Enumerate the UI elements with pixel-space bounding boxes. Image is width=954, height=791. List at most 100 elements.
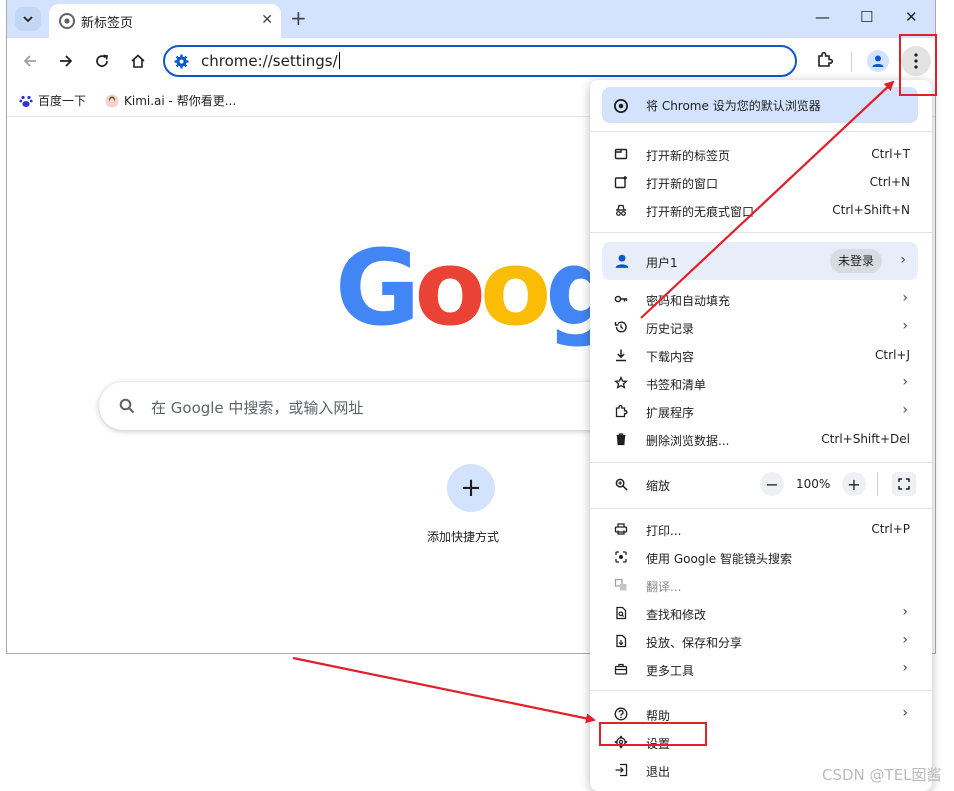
profile-avatar-button[interactable] <box>867 50 889 72</box>
trash-icon <box>614 432 628 446</box>
bookmark-label: Kimi.ai - 帮你看更... <box>124 94 237 108</box>
profile-item[interactable]: 用户1 未登录 › <box>602 242 918 280</box>
zoom-row: 缩放 − 100% + <box>590 470 932 498</box>
profile-name: 用户1 <box>646 256 678 270</box>
menu-item-history[interactable]: 历史记录 › <box>590 313 932 341</box>
menu-item-label: 删除浏览数据... <box>646 434 730 448</box>
menu-item-label: 翻译... <box>646 580 682 594</box>
zoom-value: 100% <box>796 477 831 491</box>
home-button[interactable] <box>127 50 149 72</box>
menu-item-toolbox[interactable]: 更多工具 › <box>590 655 932 683</box>
menu-item-new-tab[interactable]: 打开新的标签页 Ctrl+T <box>590 140 932 168</box>
menu-item-find[interactable]: 查找和修改 › <box>590 599 932 627</box>
reload-icon <box>96 54 108 67</box>
menu-item-lens[interactable]: 使用 Google 智能镜头搜索 <box>590 543 932 571</box>
minus-icon: − <box>765 474 779 494</box>
close-window-icon[interactable]: ✕ <box>905 8 918 26</box>
signed-out-badge: 未登录 <box>830 249 883 273</box>
menu-item-download[interactable]: 下载内容 Ctrl+J <box>590 341 932 369</box>
menu-item-trash[interactable]: 删除浏览数据... Ctrl+Shift+Del <box>590 425 932 453</box>
menu-item-label: 扩展程序 <box>646 406 695 420</box>
annotation-box-menu-button <box>899 34 937 96</box>
menu-item-label: 打开新的窗口 <box>646 177 719 191</box>
fullscreen-icon <box>898 478 910 490</box>
keyboard-shortcut: Ctrl+P <box>871 522 910 536</box>
tab-new-tab[interactable]: 新标签页 ✕ <box>49 4 281 38</box>
plus-icon: + <box>460 473 482 503</box>
key-icon <box>614 292 628 306</box>
zoom-out-button[interactable]: − <box>760 472 784 496</box>
menu-item-extension[interactable]: 扩展程序 › <box>590 397 932 425</box>
tab-search-button[interactable] <box>15 7 41 31</box>
url-text[interactable]: chrome://settings/ <box>201 52 340 70</box>
chrome-menu: 将 Chrome 设为您的默认浏览器 打开新的标签页 Ctrl+T 打开新的窗口 Ct… <box>590 80 932 791</box>
menu-item-print[interactable]: 打印... Ctrl+P <box>590 515 932 543</box>
find-icon <box>614 606 628 620</box>
menu-item-label: 打开新的标签页 <box>646 149 731 163</box>
back-button[interactable] <box>19 50 41 72</box>
minimize-icon[interactable]: — <box>815 8 830 26</box>
menu-item-label: 密码和自动填充 <box>646 294 731 308</box>
tab-title: 新标签页 <box>81 16 134 31</box>
chevron-right-icon: › <box>902 318 908 334</box>
menu-item-label: 查找和修改 <box>646 608 707 622</box>
zoom-in-button[interactable]: + <box>842 472 866 496</box>
fullscreen-button[interactable] <box>892 472 916 496</box>
menu-item-label: 下载内容 <box>646 350 695 364</box>
bookmark-baidu[interactable]: 百度一下 <box>19 92 86 109</box>
person-icon <box>614 253 630 273</box>
settings-gear-icon <box>174 54 189 73</box>
menu-item-cast[interactable]: 投放、保存和分享 › <box>590 627 932 655</box>
add-shortcut-button[interactable]: + <box>447 464 495 512</box>
history-icon <box>614 320 628 334</box>
reload-button[interactable] <box>91 50 113 72</box>
help-icon <box>614 707 628 721</box>
logo-letter: G <box>335 227 420 349</box>
tab-strip: 新标签页 ✕ + — ☐ ✕ <box>7 0 935 38</box>
omnibox[interactable]: chrome://settings/ <box>163 45 797 77</box>
close-tab-icon[interactable]: ✕ <box>261 12 273 28</box>
menu-item-new-window[interactable]: 打开新的窗口 Ctrl+N <box>590 168 932 196</box>
keyboard-shortcut: Ctrl+J <box>875 348 910 362</box>
toolbox-icon <box>614 662 628 676</box>
chevron-right-icon: › <box>902 402 908 418</box>
chrome-icon <box>59 13 75 33</box>
menu-item-star[interactable]: 书签和清单 › <box>590 369 932 397</box>
menu-item-incognito[interactable]: 打开新的无痕式窗口 Ctrl+Shift+N <box>590 196 932 224</box>
logo-letter: o <box>414 227 485 349</box>
toolbar: chrome://settings/ <box>7 38 935 86</box>
menu-separator <box>590 232 932 233</box>
search-placeholder: 在 Google 中搜索，或输入网址 <box>151 399 364 417</box>
chevron-right-icon: › <box>902 374 908 390</box>
chevron-down-icon <box>23 16 33 23</box>
keyboard-shortcut: Ctrl+Shift+Del <box>821 432 910 446</box>
search-icon <box>119 398 135 418</box>
extensions-button[interactable] <box>815 50 835 74</box>
ntp-search-box[interactable]: 在 Google 中搜索，或输入网址 <box>99 382 659 430</box>
translate-icon <box>614 578 628 592</box>
logo-letter: o <box>479 227 551 349</box>
banner-text: 将 Chrome 设为您的默认浏览器 <box>646 99 821 113</box>
baidu-paw-icon <box>19 95 33 107</box>
bookmark-label: 百度一下 <box>38 94 87 108</box>
chevron-right-icon: › <box>902 632 908 648</box>
menu-separator <box>590 462 932 463</box>
add-shortcut-label: 添加快捷方式 <box>427 530 500 544</box>
new-tab-button[interactable]: + <box>290 6 307 30</box>
menu-item-translate: 翻译... <box>590 571 932 599</box>
new-window-icon <box>614 175 628 189</box>
default-browser-banner[interactable]: 将 Chrome 设为您的默认浏览器 <box>602 87 918 123</box>
watermark: CSDN @TEL囡酱 <box>822 766 942 784</box>
back-arrow-icon <box>23 55 36 67</box>
bookmark-kimi[interactable]: Kimi.ai - 帮你看更... <box>105 92 236 109</box>
chevron-right-icon: › <box>902 290 908 306</box>
menu-item-label: 打开新的无痕式窗口 <box>646 205 755 219</box>
forward-button[interactable] <box>55 50 77 72</box>
annotation-box-settings <box>599 722 707 746</box>
maximize-icon[interactable]: ☐ <box>860 8 873 26</box>
chevron-right-icon: › <box>902 705 908 721</box>
menu-separator <box>590 131 932 132</box>
zoom-label: 缩放 <box>646 479 671 493</box>
menu-item-key[interactable]: 密码和自动填充 › <box>590 285 932 313</box>
chevron-right-icon: › <box>902 660 908 676</box>
